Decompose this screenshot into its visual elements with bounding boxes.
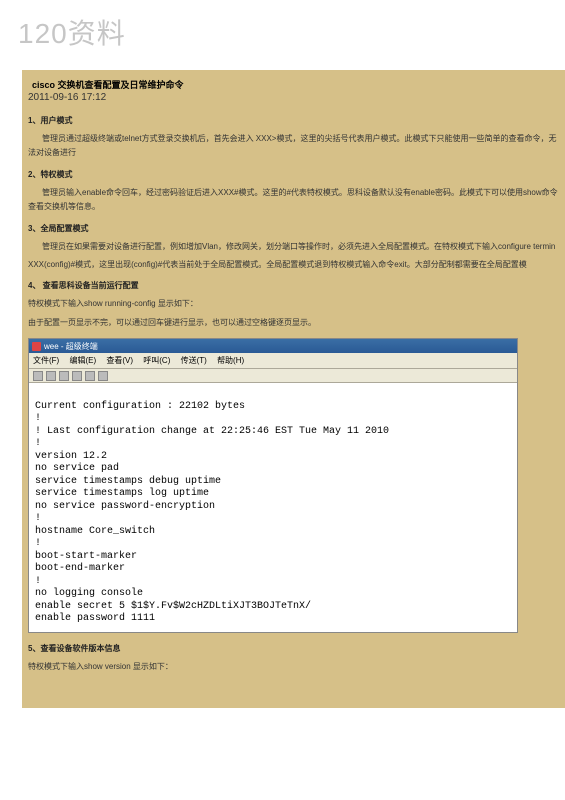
document-page: cisco 交换机查看配置及日常维护命令 2011-09-16 17:12 1、… (22, 70, 565, 708)
menu-call[interactable]: 呼叫(C) (143, 356, 170, 365)
toolbar-icon[interactable] (98, 371, 108, 381)
section-1-head: 1、用户模式 (28, 115, 561, 126)
terminal-window-title: wee - 超级终端 (44, 341, 514, 352)
menu-file[interactable]: 文件(F) (33, 356, 59, 365)
watermark-text: 120资料 (18, 12, 126, 52)
section-3-para1: 管理员在如果需要对设备进行配置，例如增加Vlan，修改网关，划分端口等操作时，必… (28, 240, 561, 254)
section-4-para1: 特权模式下输入show running-config 显示如下： (28, 297, 561, 311)
section-5-head: 5、查看设备软件版本信息 (28, 643, 561, 654)
section-3-para2: XXX(config)#模式，这里出现(config)#代表当前处于全局配置模式… (28, 258, 561, 272)
terminal-menubar[interactable]: 文件(F) 编辑(E) 查看(V) 呼叫(C) 传送(T) 帮助(H) (29, 353, 517, 369)
terminal-output: Current configuration : 22102 bytes ! ! … (29, 383, 517, 632)
terminal-toolbar (29, 369, 517, 383)
article-title: cisco 交换机查看配置及日常维护命令 (28, 76, 561, 91)
terminal-app-icon (32, 342, 41, 351)
toolbar-icon[interactable] (72, 371, 82, 381)
terminal-window: wee - 超级终端 文件(F) 编辑(E) 查看(V) 呼叫(C) 传送(T)… (28, 338, 518, 633)
menu-edit[interactable]: 编辑(E) (69, 356, 96, 365)
section-2-head: 2、特权模式 (28, 169, 561, 180)
toolbar-icon[interactable] (33, 371, 43, 381)
section-1-para: 管理员通过超级终端或telnet方式登录交换机后，首先会进入 XXX>模式，这里… (28, 132, 561, 161)
section-4-head: 4、 查看思科设备当前运行配置 (28, 280, 561, 291)
toolbar-icon[interactable] (59, 371, 69, 381)
menu-transfer[interactable]: 传送(T) (181, 356, 207, 365)
menu-help[interactable]: 帮助(H) (217, 356, 244, 365)
terminal-titlebar: wee - 超级终端 (29, 339, 517, 353)
section-4-para2: 由于配置一页显示不完，可以通过回车键进行显示，也可以通过空格键逐页显示。 (28, 316, 561, 330)
section-5-para: 特权模式下输入show version 显示如下： (28, 660, 561, 674)
section-2-para: 管理员输入enable命令回车，经过密码验证后进入XXX#模式。这里的#代表特权… (28, 186, 561, 215)
menu-view[interactable]: 查看(V) (106, 356, 133, 365)
section-3-head: 3、全局配置模式 (28, 223, 561, 234)
toolbar-icon[interactable] (85, 371, 95, 381)
toolbar-icon[interactable] (46, 371, 56, 381)
article-date: 2011-09-16 17:12 (28, 91, 561, 107)
